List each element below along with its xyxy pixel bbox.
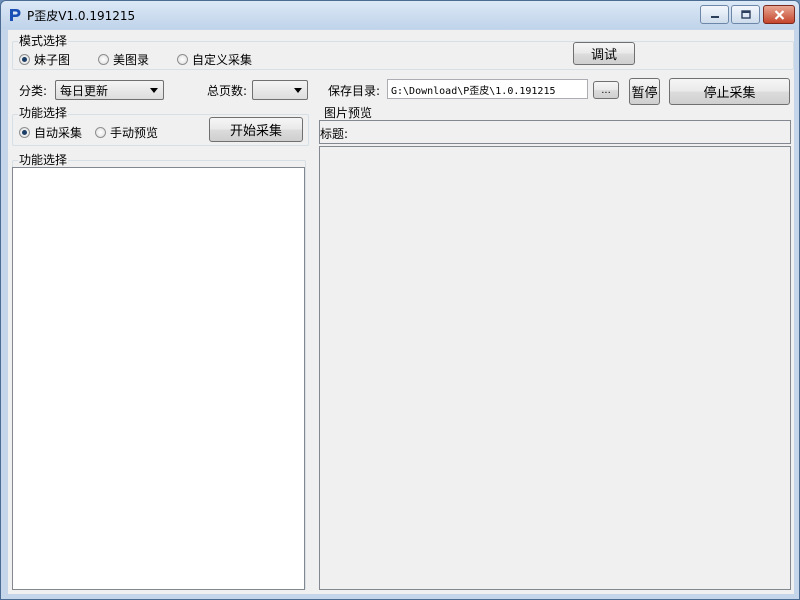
radio-custom-collect[interactable]: 自定义采集: [177, 51, 252, 68]
stop-collect-button[interactable]: 停止采集: [669, 78, 790, 105]
radio-auto-collect[interactable]: 自动采集: [19, 124, 82, 141]
category-select[interactable]: 每日更新: [55, 80, 164, 100]
total-pages-select[interactable]: [252, 80, 308, 100]
radio-label: 自动采集: [34, 126, 83, 140]
minimize-icon: [710, 15, 719, 18]
radio-meizitu[interactable]: 妹子图: [19, 51, 70, 68]
chevron-down-icon: [294, 88, 302, 93]
chevron-down-icon: [150, 88, 158, 93]
browse-button[interactable]: ...: [593, 81, 619, 99]
radio-indicator: [177, 54, 188, 65]
radio-indicator: [98, 54, 109, 65]
app-window: P歪皮V1.0.191215 模式选择 妹子图 美图录 自定义采集 调试 分类:…: [0, 0, 800, 600]
maximize-button[interactable]: [731, 5, 760, 24]
radio-label: 妹子图: [34, 53, 71, 67]
function-group-legend: 功能选择: [18, 104, 69, 121]
category-label: 分类:: [19, 84, 48, 98]
save-dir-input[interactable]: G:\Download\P歪皮\1.0.191215: [387, 79, 588, 99]
window-title: P歪皮V1.0.191215: [27, 9, 136, 23]
list-group-legend: 功能选择: [18, 151, 69, 168]
start-collect-button[interactable]: 开始采集: [209, 117, 303, 142]
pause-button[interactable]: 暂停: [629, 78, 660, 105]
radio-indicator: [19, 54, 30, 65]
total-pages-label: 总页数:: [207, 84, 248, 98]
radio-meitulu[interactable]: 美图录: [98, 51, 149, 68]
radio-label: 自定义采集: [192, 53, 253, 67]
close-button[interactable]: [763, 5, 795, 24]
category-select-value: 每日更新: [60, 83, 109, 98]
preview-title-label: 标题:: [320, 127, 349, 141]
app-logo-icon: [10, 9, 21, 21]
result-list[interactable]: [12, 167, 305, 590]
minimize-button[interactable]: [700, 5, 729, 24]
preview-group-legend: 图片预览: [323, 104, 374, 121]
save-dir-label: 保存目录:: [328, 84, 381, 98]
preview-title-bar: 标题:: [319, 120, 791, 144]
title-bar[interactable]: P歪皮V1.0.191215: [1, 1, 799, 29]
radio-indicator: [95, 127, 106, 138]
image-preview-area[interactable]: [319, 146, 791, 590]
client-area: 模式选择 妹子图 美图录 自定义采集 调试 分类: 每日更新 总页数: 保存目录…: [8, 30, 794, 594]
radio-label: 美图录: [113, 53, 150, 67]
mode-group-legend: 模式选择: [18, 32, 69, 49]
radio-manual-preview[interactable]: 手动预览: [95, 124, 158, 141]
radio-indicator: [19, 127, 30, 138]
radio-label: 手动预览: [110, 126, 159, 140]
close-icon: [774, 9, 784, 20]
debug-button[interactable]: 调试: [573, 42, 635, 65]
maximize-icon: [740, 10, 751, 19]
